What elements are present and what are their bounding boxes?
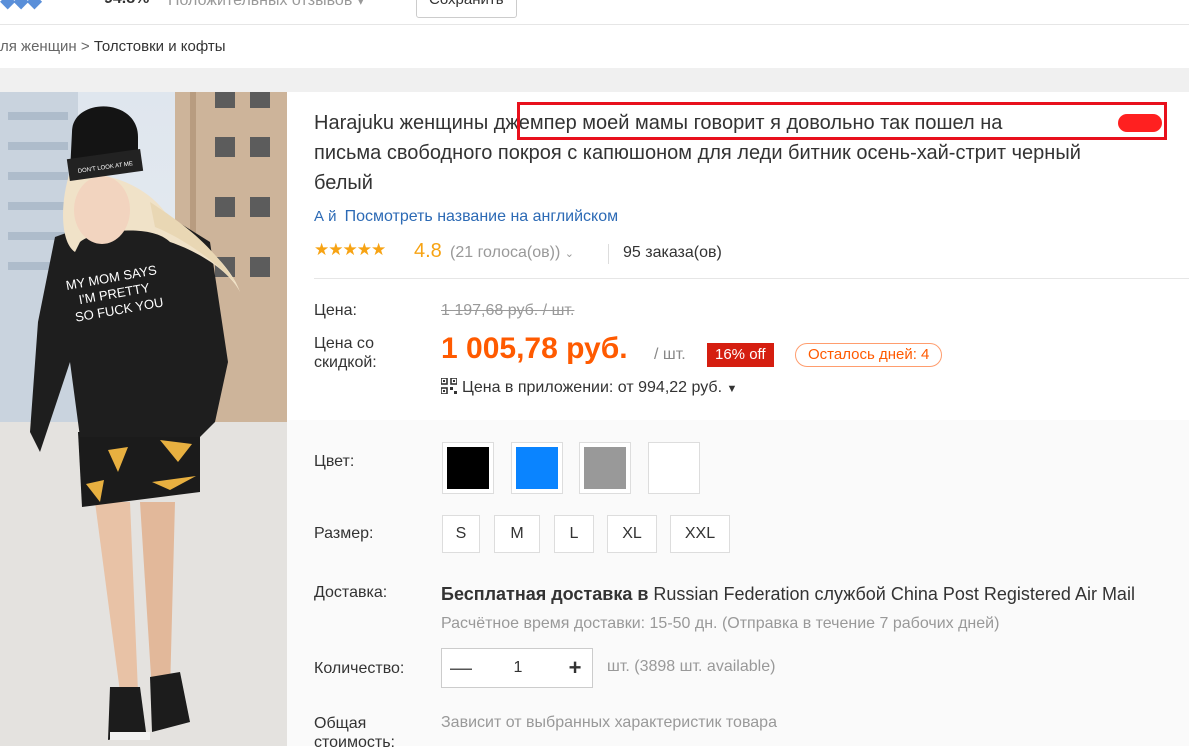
breadcrumb-item-hoodies[interactable]: Толстовки и кофты: [94, 38, 226, 55]
positive-feedback-label[interactable]: Положительных отзывов ▾: [168, 0, 365, 10]
top-bar: ◆◆◆ 94.8% Положительных отзывов ▾ Сохран…: [0, 0, 1189, 22]
section-divider-bar: [0, 68, 1189, 92]
positive-feedback-percent: 94.8%: [104, 0, 149, 8]
color-swatch-black[interactable]: [442, 442, 494, 494]
quantity-available: шт. (3898 шт. available): [607, 658, 776, 675]
color-swatch-white[interactable]: [648, 442, 700, 494]
breadcrumb: ля женщин > Толстовки и кофты: [0, 38, 226, 55]
color-swatch-fill: [516, 447, 558, 489]
shipping-label: Доставка:: [314, 584, 388, 601]
product-title-line-3: белый: [314, 172, 373, 194]
divider: [0, 24, 1189, 25]
view-english-title-label: Посмотреть название на английском: [344, 208, 619, 225]
size-option-s[interactable]: S: [442, 515, 480, 553]
qr-code-icon: [441, 378, 457, 394]
total-cost-value: Зависит от выбранных характеристик товар…: [441, 714, 777, 731]
size-option-xxl[interactable]: XXL: [670, 515, 730, 553]
quantity-input[interactable]: 1: [480, 649, 556, 687]
rating-score: 4.8: [414, 240, 442, 262]
redaction-scribble: [1118, 114, 1162, 132]
color-label: Цвет:: [314, 453, 355, 470]
size-option-m[interactable]: M: [494, 515, 540, 553]
product-image[interactable]: MY MOM SAYS I'M PRETTY SO FUCK YOU DON'T…: [0, 92, 287, 746]
quantity-increase-button[interactable]: +: [556, 649, 594, 687]
size-option-xl[interactable]: XL: [607, 515, 657, 553]
translate-icon: А й: [314, 208, 337, 225]
discount-price: 1 005,78 руб.: [441, 332, 628, 365]
color-swatch-blue[interactable]: [511, 442, 563, 494]
orders-count: 95 заказа(ов): [623, 244, 722, 261]
divider: [314, 278, 1189, 279]
app-price-dropdown[interactable]: Цена в приложении: от 994,22 руб. ▼: [441, 378, 737, 397]
view-english-title-link[interactable]: А й Посмотреть название на английском: [314, 208, 618, 226]
original-price: 1 197,68 руб. / шт.: [441, 302, 575, 319]
save-store-button[interactable]: Сохранить: [416, 0, 517, 18]
color-swatch-fill: [653, 447, 695, 489]
shipping-method-dropdown[interactable]: Бесплатная доставка в Russian Federation…: [441, 584, 1135, 605]
quantity-decrease-button[interactable]: —: [442, 649, 480, 687]
price-unit: / шт.: [654, 346, 686, 363]
color-swatch-fill: [447, 447, 489, 489]
price-label: Цена:: [314, 302, 357, 319]
discount-badge: 16% off: [707, 343, 774, 367]
breadcrumb-separator: >: [80, 38, 90, 55]
divider: [608, 244, 609, 264]
discount-price-label: Цена со скидкой:: [314, 335, 377, 371]
seller-rank-diamonds-icon: ◆◆◆: [0, 0, 42, 12]
color-swatch-fill: [584, 447, 626, 489]
quantity-label: Количество:: [314, 660, 405, 677]
highlight-annotation-box: [517, 102, 1167, 140]
rating-stars-icon: ★★★★★: [314, 240, 386, 259]
options-panel: [287, 420, 1189, 746]
quantity-stepper: — 1 +: [441, 648, 593, 688]
size-option-l[interactable]: L: [554, 515, 594, 553]
shipping-time: Расчётное время доставки: 15-50 дн. (Отп…: [441, 615, 1000, 632]
votes-count-dropdown[interactable]: (21 голоса(ов)) ⌄: [450, 244, 574, 262]
days-left-badge: Осталось дней: 4: [795, 343, 943, 367]
product-title-line-2: письма свободного покроя с капюшоном для…: [314, 142, 1081, 164]
caret-down-icon: ▼: [726, 383, 738, 395]
color-swatch-gray[interactable]: [579, 442, 631, 494]
total-cost-label: Общая стоимость:: [314, 715, 395, 751]
chevron-down-icon: ⌄: [564, 248, 574, 260]
size-label: Размер:: [314, 525, 374, 542]
breadcrumb-item-women[interactable]: ля женщин: [0, 38, 77, 55]
